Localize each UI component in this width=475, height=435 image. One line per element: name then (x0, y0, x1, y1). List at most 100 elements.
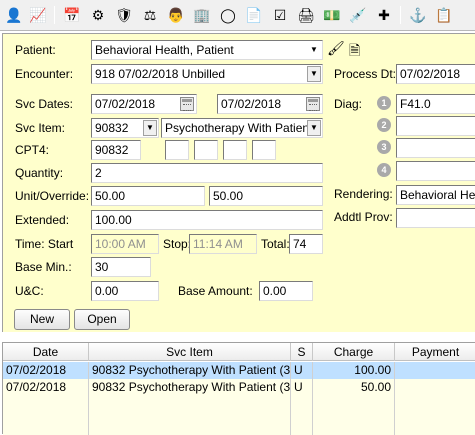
rendering-label: Rendering: (334, 187, 393, 201)
diag-field-2[interactable] (396, 116, 475, 136)
table-row[interactable]: 07/02/2018 90832 Psychotherapy With Pati… (3, 379, 475, 396)
time-stop-value: 11:14 AM (193, 237, 243, 251)
base-min-label: Base Min.: (15, 260, 72, 274)
diag-field-3[interactable] (396, 138, 475, 158)
new-button[interactable]: New (14, 309, 70, 330)
svc-date-from-field[interactable]: 07/02/2018 (91, 94, 197, 114)
time-stop-field[interactable]: 11:14 AM (189, 234, 257, 254)
calendar-icon[interactable] (306, 97, 320, 111)
chevron-down-icon[interactable]: ▼ (143, 120, 157, 136)
row-charge: 50.00 (313, 379, 395, 396)
base-amount-field[interactable]: 0.00 (259, 281, 313, 301)
process-dt-label: Process Dt: (334, 67, 397, 81)
empty-cell (3, 396, 89, 435)
addtl-prov-select[interactable] (396, 208, 475, 228)
diag-value-1: F41.0 (400, 97, 431, 111)
uc-field[interactable]: 0.00 (91, 281, 159, 301)
encounter-select[interactable]: 918 07/02/2018 Unbilled ▼ (91, 64, 323, 84)
building-icon[interactable]: 🏢 (192, 5, 212, 25)
modifier-field-2[interactable] (194, 140, 218, 160)
diag-number-2: 2 (377, 118, 391, 132)
user-icon[interactable]: 👨 (166, 5, 186, 25)
chevron-down-icon[interactable]: ▼ (307, 66, 321, 82)
total-label: Total: (261, 237, 290, 251)
override-field[interactable]: 50.00 (209, 186, 323, 206)
diag-number-4: 4 (377, 163, 391, 177)
quantity-label: Quantity: (15, 166, 64, 180)
open-button[interactable]: Open (74, 309, 130, 330)
base-amount-value: 0.00 (263, 284, 287, 298)
unit-value: 50.00 (95, 189, 126, 203)
override-value: 50.00 (213, 189, 244, 203)
grid-header: Date Svc Item S Charge Payment (3, 343, 475, 361)
process-dt-value: 07/02/2018 (400, 67, 461, 81)
diag-field-4[interactable] (396, 161, 475, 181)
row-payment (395, 362, 475, 379)
column-header-svc-item[interactable]: Svc Item (89, 343, 291, 361)
uc-label: U&C: (15, 284, 44, 298)
checklist-icon[interactable]: ☑ (270, 5, 290, 25)
unit-override-label: Unit/Override: (15, 189, 90, 203)
time-start-value: 10:00 AM (95, 237, 146, 251)
base-min-field[interactable]: 30 (91, 257, 151, 277)
time-start-label: Time: Start (15, 237, 74, 251)
calendar-icon[interactable]: 📅 (62, 5, 82, 25)
insurance-icon[interactable]: ⚙ (88, 5, 108, 25)
shield-icon[interactable]: 🛡 (114, 5, 134, 25)
cash-icon[interactable]: 💵 (322, 5, 342, 25)
quantity-value: 2 (95, 166, 102, 180)
brush-icon[interactable]: 🖌 (327, 40, 345, 57)
svc-date-to-value: 07/02/2018 (221, 97, 282, 111)
rendering-select[interactable]: Behavioral Hea (396, 185, 475, 205)
column-header-payment[interactable]: Payment (395, 343, 475, 361)
svc-item-label: Svc Item: (15, 121, 66, 135)
form-icon[interactable]: 📄 (244, 5, 264, 25)
scales-icon[interactable]: ⚖ (140, 5, 160, 25)
diag-field-1[interactable]: F41.0 (396, 94, 475, 114)
svc-date-from-value: 07/02/2018 (95, 97, 156, 111)
printer-icon[interactable]: 🖨 (296, 5, 316, 25)
column-header-charge[interactable]: Charge (313, 343, 395, 361)
diag-number-1: 1 (377, 96, 391, 110)
svc-item-code-select[interactable]: 90832 ▼ (91, 118, 159, 138)
quantity-field[interactable]: 2 (91, 163, 323, 183)
extended-field[interactable]: 100.00 (91, 210, 323, 230)
unit-field[interactable]: 50.00 (91, 186, 205, 206)
column-header-status[interactable]: S (291, 343, 313, 361)
column-header-date[interactable]: Date (3, 343, 89, 361)
chart-icon[interactable]: 📈 (28, 5, 48, 25)
cpt4-value: 90832 (95, 143, 129, 157)
notes-icon[interactable]: 🗎 (349, 40, 360, 64)
chevron-down-icon[interactable]: ▼ (307, 42, 321, 58)
encounter-value: 918 07/02/2018 Unbilled (95, 67, 226, 81)
row-date: 07/02/2018 (3, 362, 89, 379)
cpt4-field[interactable]: 90832 (91, 140, 141, 160)
empty-cell (89, 396, 291, 435)
patient-select[interactable]: Behavioral Health, Patient ▼ (91, 40, 323, 60)
svc-date-to-field[interactable]: 07/02/2018 (217, 94, 323, 114)
diag-label: Diag: (334, 97, 363, 111)
cpt4-label: CPT4: (15, 143, 50, 157)
table-row[interactable]: 07/02/2018 90832 Psychotherapy With Pati… (3, 362, 475, 379)
syringe-icon[interactable]: 💉 (348, 5, 368, 25)
extended-label: Extended: (15, 213, 70, 227)
process-dt-field[interactable]: 07/02/2018 (396, 64, 475, 84)
modifier-field-1[interactable] (165, 140, 189, 160)
row-status: U (291, 379, 313, 396)
svc-item-desc-select[interactable]: Psychotherapy With Patient ( ▼ (161, 118, 323, 138)
total-value: 74 (293, 237, 307, 251)
calendar-icon[interactable] (180, 97, 194, 111)
row-charge: 100.00 (313, 362, 395, 379)
svc-item-code-value: 90832 (95, 121, 129, 135)
medical-kit-icon[interactable]: ✚ (374, 5, 394, 25)
chevron-down-icon[interactable]: ▼ (307, 120, 321, 136)
anchor-icon[interactable]: ⚓ (408, 5, 428, 25)
total-field[interactable]: 74 (289, 234, 323, 254)
patient-icon[interactable]: 👤 (4, 5, 24, 25)
document-icon[interactable]: 📋 (434, 5, 454, 25)
time-start-field[interactable]: 10:00 AM (91, 234, 159, 254)
modifier-field-3[interactable] (223, 140, 247, 160)
modifier-field-4[interactable] (252, 140, 276, 160)
lifebuoy-icon[interactable]: ◯ (218, 5, 238, 25)
grid-empty-area (3, 396, 475, 435)
